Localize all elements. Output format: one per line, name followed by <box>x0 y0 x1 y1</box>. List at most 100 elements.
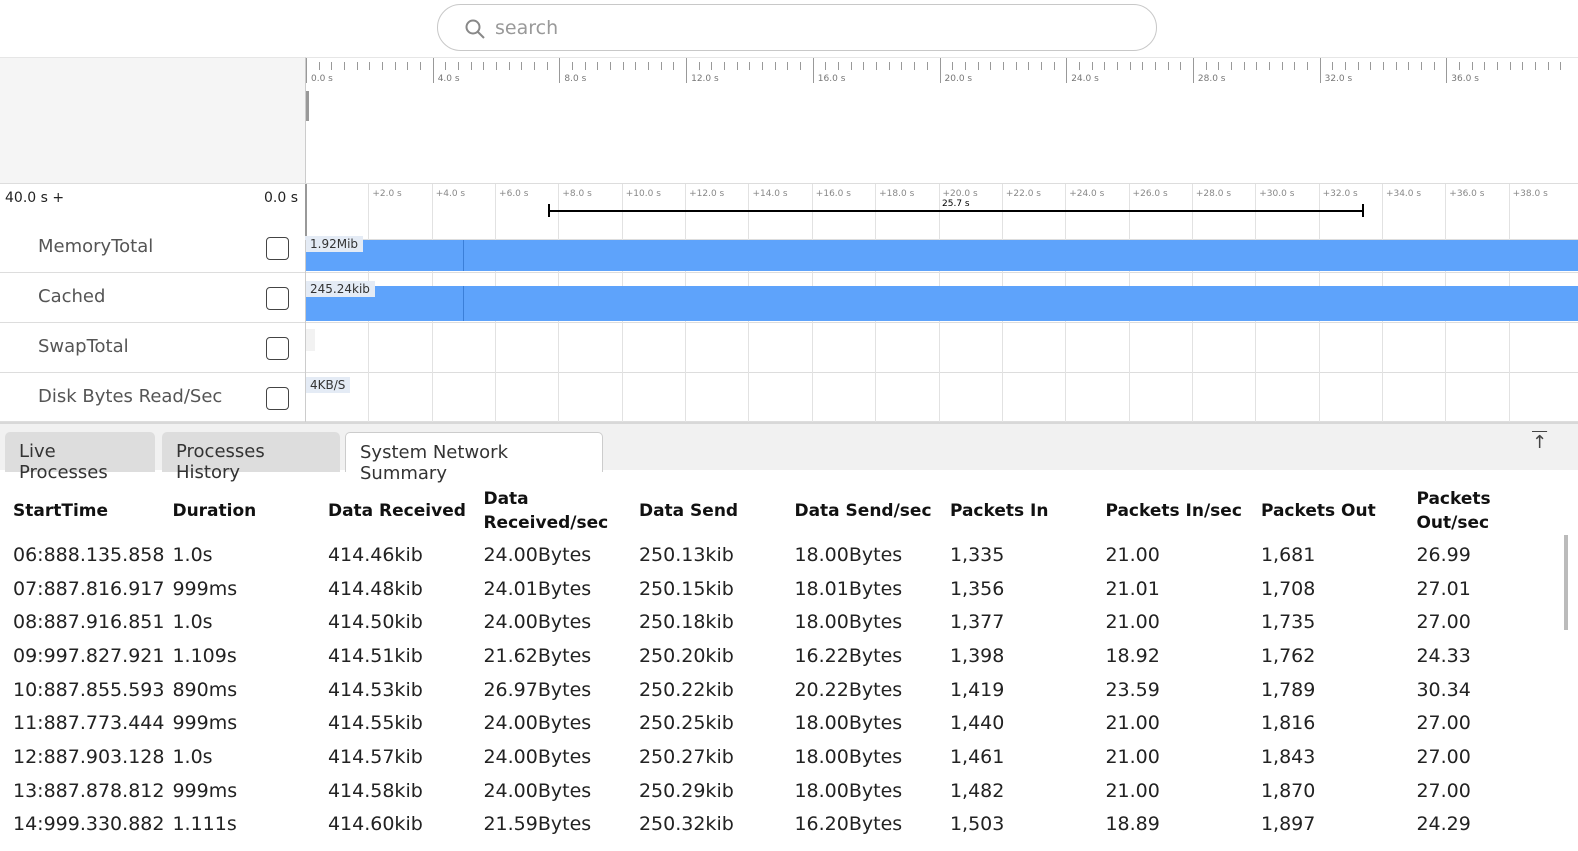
range-label: +2.0 s <box>372 189 402 199</box>
table-cell: 24.00Bytes <box>483 779 592 802</box>
table-row[interactable]: 09:997.827.921 1.109s 414.51kib 21.62Bytes 2… <box>5 639 1564 673</box>
ruler-tick <box>546 62 548 70</box>
tab-processes-history[interactable]: Processes History <box>162 432 340 483</box>
tab-live-processes[interactable]: Live Processes <box>5 432 155 483</box>
ruler-tick <box>1142 62 1144 70</box>
table-cell: 1,356 <box>949 577 1005 600</box>
ruler-tick <box>572 62 574 70</box>
track-checkbox[interactable] <box>266 287 289 310</box>
table-cell: 18.89 <box>1105 813 1160 836</box>
ruler-tick <box>394 62 396 70</box>
ruler-tick <box>432 58 434 83</box>
table-cell: 08:887.916.851 <box>13 611 165 634</box>
track-gridline <box>811 373 813 422</box>
track-gridline <box>1381 323 1383 373</box>
range-gridline <box>621 184 623 240</box>
track-row: 1.92Mib MemoryTotal <box>0 236 1578 273</box>
selection-range[interactable] <box>548 210 1364 212</box>
table-cell: 1,398 <box>949 644 1005 667</box>
range-gridline <box>938 184 940 240</box>
column-header[interactable]: Packets In/sec <box>1097 484 1253 538</box>
tab-system-network-summary[interactable]: System Network Summary <box>345 432 603 484</box>
table-cell: 27.00 <box>1416 779 1471 802</box>
selection-start-handle[interactable] <box>548 204 550 217</box>
ruler-label: 24.0 s <box>1071 74 1099 84</box>
table-cell: 414.58kib <box>327 779 423 802</box>
ruler-tick <box>850 62 852 70</box>
range-gridline <box>811 184 813 240</box>
table-header-row: StartTime Duration Data Received Data Recei… <box>5 484 1564 538</box>
track-gridline <box>1001 373 1003 422</box>
table-cell: 24.00Bytes <box>483 712 592 735</box>
column-header[interactable]: Data Received <box>320 484 476 538</box>
table-cell: 27.00 <box>1416 712 1471 735</box>
range-gridline <box>1065 184 1067 240</box>
track-bar[interactable] <box>305 240 1578 271</box>
track-gridline <box>748 323 750 373</box>
track-gridline <box>1381 373 1383 422</box>
ruler-tick <box>698 62 700 70</box>
track-gridline <box>1255 323 1257 373</box>
ruler-tick <box>1040 62 1042 70</box>
range-label: +4.0 s <box>435 189 466 199</box>
column-header[interactable]: Packets In <box>942 484 1098 538</box>
table-cell: 07:887.816.917 <box>13 577 165 600</box>
table-cell: 414.60kib <box>327 813 423 836</box>
ruler-tick <box>1446 58 1448 83</box>
table-cell: 1,681 <box>1260 543 1316 566</box>
ruler-tick <box>648 62 650 70</box>
table-scrollbar[interactable] <box>1564 535 1568 630</box>
range-label: +30.0 s <box>1259 189 1295 199</box>
time-ruler[interactable]: 0.0 s 4.0 s 8.0 s 12.0 s 16.0 s 20.0 s 24.0 s 2… <box>305 57 1578 183</box>
ruler-tick <box>1104 62 1106 70</box>
track-gridline <box>621 373 623 422</box>
table-row[interactable]: 06:888.135.858 1.0s 414.46kib 24.00Bytes 250… <box>5 538 1564 572</box>
table-cell: 18.01Bytes <box>794 577 903 600</box>
ruler-tick <box>926 62 928 70</box>
column-header[interactable]: StartTime <box>5 484 164 538</box>
table-cell: 21.00 <box>1105 745 1160 768</box>
track-checkbox[interactable] <box>266 337 289 360</box>
ruler-tick <box>749 62 751 70</box>
pin-top-icon[interactable]: ↑ <box>1532 432 1547 453</box>
table-row[interactable]: 12:887.903.128 1.0s 414.57kib 24.00Bytes 250… <box>5 740 1564 774</box>
ruler-tick <box>1129 62 1131 70</box>
track-gridline <box>495 323 497 373</box>
track-checkbox[interactable] <box>266 387 289 410</box>
track-bar[interactable] <box>305 286 1578 321</box>
track-name: Disk Bytes Read/Sec <box>38 386 223 407</box>
table-cell: 1,870 <box>1260 779 1316 802</box>
ruler-tick <box>1268 62 1270 70</box>
ruler-tick <box>1230 62 1232 70</box>
ruler-tick <box>774 62 776 70</box>
column-header[interactable]: Packets Out/sec <box>1408 484 1564 538</box>
ruler-tick <box>1433 62 1435 70</box>
column-header[interactable]: Data Send/sec <box>786 484 942 538</box>
search-input[interactable]: search <box>437 4 1157 51</box>
column-header[interactable]: Data Received/sec <box>475 484 631 538</box>
range-ruler[interactable]: 40.0 s + 0.0 s +2.0 s +4.0 s +6.0 s +8.0 s +… <box>0 183 1578 240</box>
ruler-tick <box>496 62 498 70</box>
selection-end-handle[interactable] <box>1362 204 1364 217</box>
table-cell: 1,419 <box>949 678 1005 701</box>
table-row[interactable]: 14:999.330.882 1.111s 414.60kib 21.59Bytes 2… <box>5 808 1564 842</box>
table-row[interactable]: 08:887.916.851 1.0s 414.50kib 24.00Bytes 250… <box>5 605 1564 639</box>
column-header[interactable]: Data Send <box>631 484 787 538</box>
column-header[interactable]: Packets Out <box>1253 484 1409 538</box>
track-divider <box>305 240 306 273</box>
table-cell: 1,762 <box>1260 644 1316 667</box>
range-label: +32.0 s <box>1322 189 1358 199</box>
cursor-marker[interactable] <box>306 91 309 121</box>
table-cell: 24.29 <box>1416 813 1471 836</box>
track-checkbox[interactable] <box>266 237 289 260</box>
ruler-label: 4.0 s <box>437 74 460 84</box>
track-gridline <box>1318 373 1320 422</box>
column-header[interactable]: Duration <box>164 484 320 538</box>
range-label: +10.0 s <box>625 189 661 199</box>
table-row[interactable]: 07:887.816.917 999ms 414.48kib 24.01Bytes 25… <box>5 572 1564 606</box>
table-row[interactable]: 10:887.855.593 890ms 414.53kib 26.97Bytes 25… <box>5 673 1564 707</box>
table-row[interactable]: 11:887.773.444 999ms 414.55kib 24.00Bytes 25… <box>5 706 1564 740</box>
search-icon <box>465 19 485 39</box>
table-cell: 1,461 <box>949 745 1005 768</box>
table-row[interactable]: 13:887.878.812 999ms 414.58kib 24.00Bytes 25… <box>5 774 1564 808</box>
